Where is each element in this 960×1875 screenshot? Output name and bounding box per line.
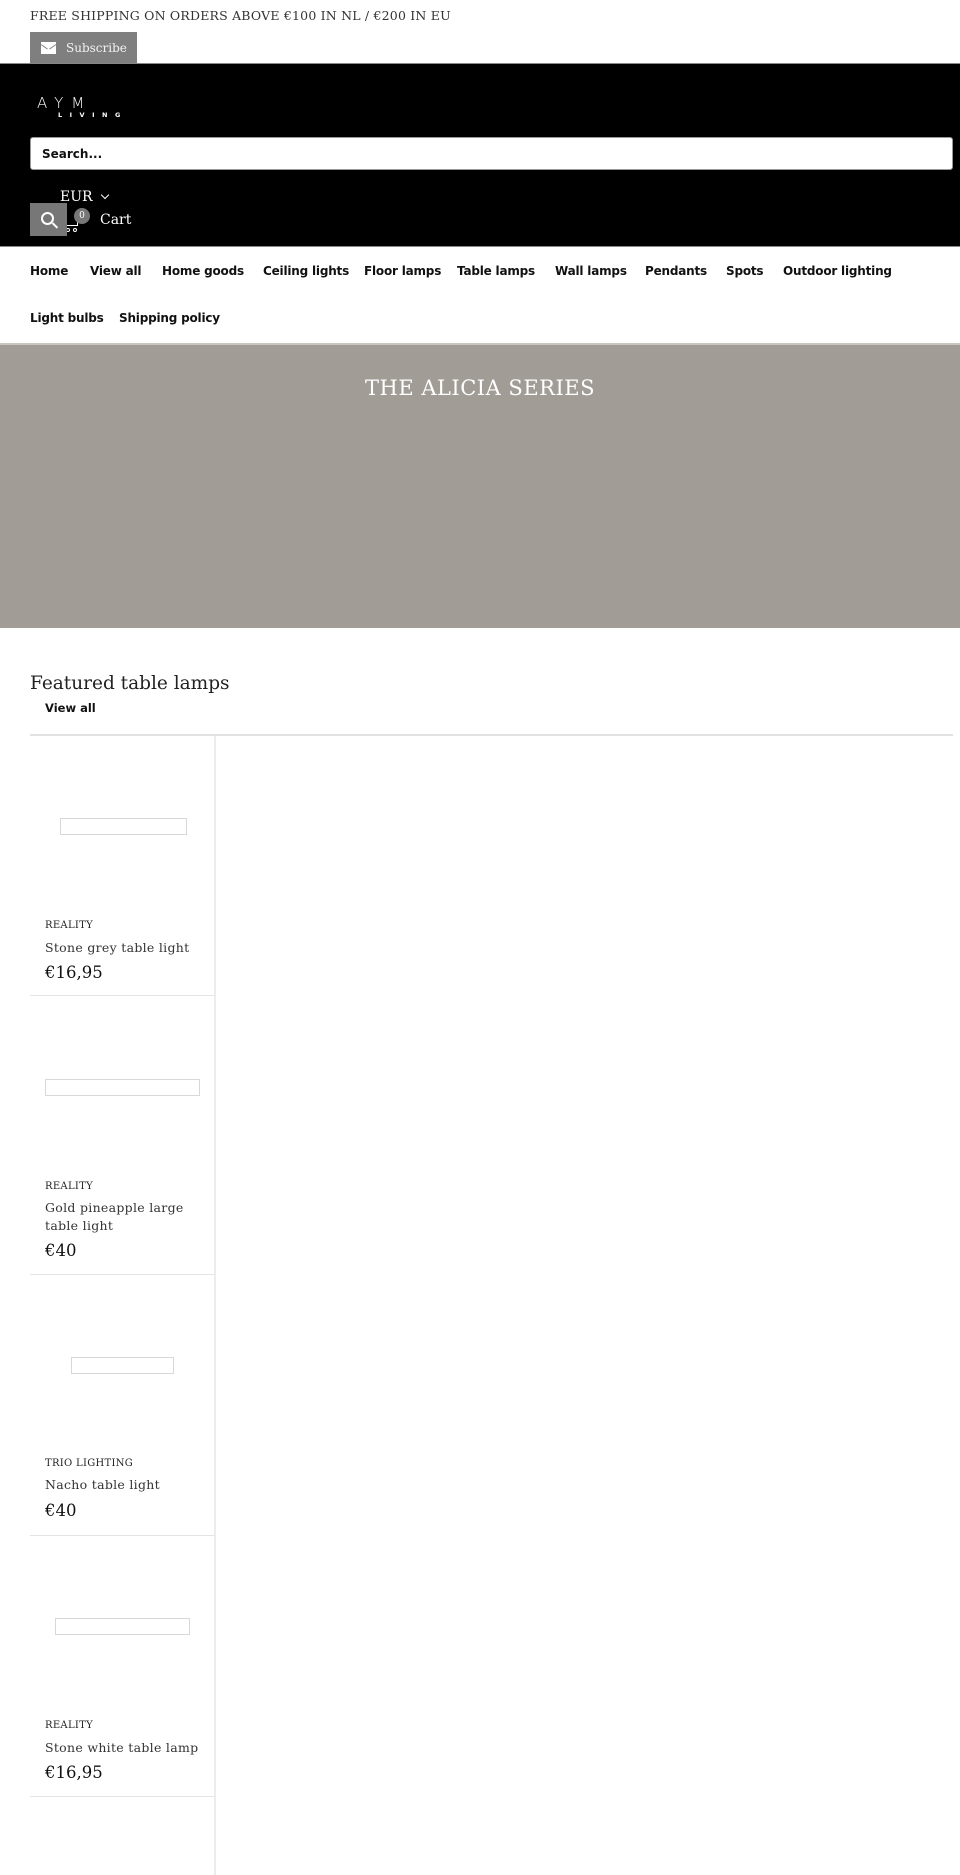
nav-item-view-all[interactable]: View all [90,264,142,278]
logo-top: AYM [37,94,93,112]
section-title: Featured table lamps [30,673,230,694]
nav-item-spots[interactable]: Spots [726,264,764,278]
product-card[interactable]: REALITY Stone white table lamp €16,95 [30,1536,214,1797]
cart-link[interactable]: Cart [100,212,131,228]
main-nav: Home View all Home goods Ceiling lights … [0,248,960,343]
nav-item-light-bulbs[interactable]: Light bulbs [30,311,104,325]
product-image-placeholder [60,818,187,835]
hero-title: THE ALICIA SERIES [365,376,595,400]
logo[interactable]: AYM LIVING [37,96,137,121]
nav-item-pendants[interactable]: Pendants [645,264,707,278]
nav-item-table-lamps[interactable]: Table lamps [457,264,535,278]
nav-item-home[interactable]: Home [30,264,68,278]
product-title[interactable]: Stone grey table light [45,939,205,957]
announcement-text: FREE SHIPPING ON ORDERS ABOVE €100 IN NL… [30,8,451,23]
product-image-placeholder [55,1618,190,1635]
subscribe-label: Subscribe [66,40,127,55]
product-title[interactable]: Stone white table lamp [45,1739,205,1757]
product-price: €40 [45,1501,77,1520]
product-title[interactable]: Gold pineapple large table light [45,1199,205,1235]
nav-item-outdoor-lighting[interactable]: Outdoor lighting [783,264,892,278]
logo-bottom: LIVING [58,111,128,119]
nav-item-floor-lamps[interactable]: Floor lamps [364,264,441,278]
search-input[interactable] [30,137,953,170]
chevron-down-icon [100,190,109,200]
nav-item-home-goods[interactable]: Home goods [162,264,244,278]
currency-selector[interactable]: EUR [60,189,109,205]
nav-item-ceiling-lights[interactable]: Ceiling lights [263,264,349,278]
nav-item-wall-lamps[interactable]: Wall lamps [555,264,627,278]
product-price: €40 [45,1241,77,1260]
product-card[interactable]: TRIO LIGHTING Nacho table light €40 [30,1275,214,1536]
product-price: €16,95 [45,1763,103,1782]
product-price: €16,95 [45,963,103,982]
nav-item-shipping-policy[interactable]: Shipping policy [119,311,220,325]
product-vendor: TRIO LIGHTING [45,1458,134,1469]
cart-count-badge: 0 [74,208,90,224]
search-button[interactable] [30,203,67,236]
product-image-placeholder [45,1079,200,1096]
site-header: AYM LIVING EUR 0 Cart [0,63,960,247]
product-image-placeholder [71,1357,174,1374]
grid-column-divider [214,736,216,1875]
mail-icon [41,41,56,54]
view-all-link[interactable]: View all [45,701,96,715]
product-card[interactable]: REALITY Stone grey table light €16,95 [30,736,214,996]
search-icon [40,211,54,225]
product-vendor: REALITY [45,1720,94,1731]
product-title[interactable]: Nacho table light [45,1476,205,1494]
card-divider [30,1796,214,1797]
subscribe-button[interactable]: Subscribe [30,32,137,63]
product-card[interactable]: REALITY Gold pineapple large table light… [30,996,214,1275]
product-vendor: REALITY [45,1181,94,1192]
hero-banner[interactable]: THE ALICIA SERIES [0,343,960,628]
product-vendor: REALITY [45,920,94,931]
